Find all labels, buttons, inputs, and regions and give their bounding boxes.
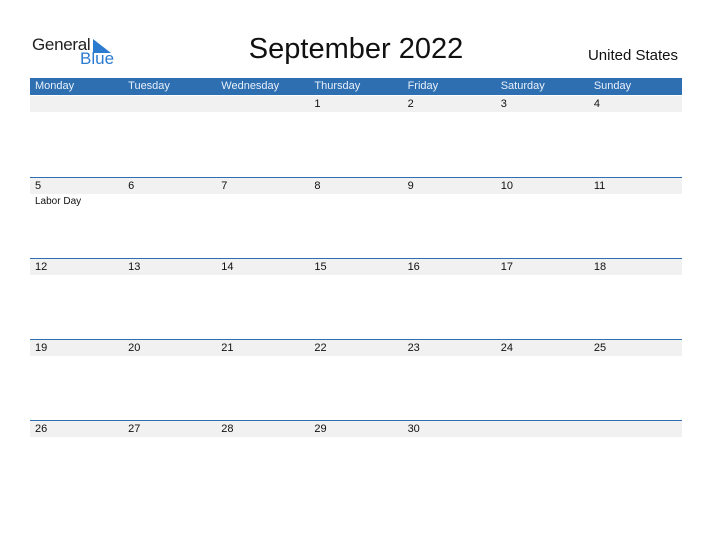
day-number: 16	[407, 261, 420, 273]
day-number	[123, 96, 216, 112]
day-number: 20	[128, 342, 141, 354]
day-number: 18	[593, 261, 607, 273]
weekday-sunday: Sunday	[593, 80, 632, 92]
day-number	[30, 96, 123, 112]
day-event	[496, 275, 589, 277]
events-strip	[30, 112, 682, 114]
day-number: 12	[35, 261, 48, 273]
day-event	[123, 437, 216, 439]
events-strip	[30, 356, 682, 358]
date-strip: 26 27 28 29 30	[30, 421, 682, 437]
day-event	[309, 437, 402, 439]
day-number: 21	[221, 342, 234, 354]
date-strip: 1 2 3 4	[30, 96, 682, 112]
day-event	[589, 356, 682, 358]
day-number: 27	[128, 423, 141, 435]
day-event	[496, 356, 589, 358]
day-number: 30	[407, 423, 420, 435]
day-number	[589, 421, 682, 437]
week-row: 12 13 14 15 16 17 18	[30, 258, 682, 339]
day-event	[589, 275, 682, 277]
week-row: 19 20 21 22 23 24 25	[30, 339, 682, 420]
day-number: 25	[593, 342, 607, 354]
day-number	[496, 421, 589, 437]
weekday-friday: Friday	[407, 80, 439, 92]
day-number: 24	[500, 342, 513, 354]
day-number: 7	[221, 180, 228, 192]
day-number: 26	[35, 423, 48, 435]
events-strip: Labor Day	[30, 194, 682, 207]
day-event	[403, 112, 496, 114]
day-event	[30, 112, 123, 114]
day-event	[496, 194, 589, 207]
day-event	[589, 437, 682, 439]
day-event	[123, 275, 216, 277]
day-number: 29	[314, 423, 327, 435]
weekday-tuesday: Tuesday	[128, 80, 170, 92]
date-strip: 12 13 14 15 16 17 18	[30, 259, 682, 275]
calendar-grid: Monday Tuesday Wednesday Thursday Friday…	[30, 78, 682, 501]
day-number: 8	[314, 180, 321, 192]
week-row: 26 27 28 29 30	[30, 420, 682, 501]
day-number: 10	[500, 180, 513, 192]
day-event	[589, 194, 682, 207]
day-event	[403, 194, 496, 207]
day-number: 3	[500, 98, 507, 110]
day-number: 22	[314, 342, 327, 354]
events-strip	[30, 437, 682, 439]
week-row: 1 2 3 4	[30, 96, 682, 177]
date-strip: 19 20 21 22 23 24 25	[30, 340, 682, 356]
day-event	[30, 356, 123, 358]
day-number: 9	[407, 180, 414, 192]
day-event	[216, 194, 309, 207]
day-number: 5	[35, 180, 42, 192]
day-event	[496, 112, 589, 114]
day-event	[123, 356, 216, 358]
day-event	[496, 437, 589, 439]
day-event: Labor Day	[35, 196, 82, 207]
day-event	[216, 112, 309, 114]
weekday-header: Monday Tuesday Wednesday Thursday Friday…	[30, 78, 682, 95]
day-number: 15	[314, 261, 327, 273]
day-event	[30, 275, 123, 277]
day-event	[216, 356, 309, 358]
day-event	[589, 112, 682, 114]
weeks-container: 1 2 3 4 5 6 7 8 9 10 11 Labor Day 12 13 14 15 16 17 18 19 20…	[30, 96, 682, 501]
day-event	[309, 112, 402, 114]
day-event	[309, 194, 402, 207]
week-row: 5 6 7 8 9 10 11 Labor Day	[30, 177, 682, 258]
day-number: 14	[221, 261, 234, 273]
country-label: United States	[587, 47, 678, 64]
day-number: 19	[35, 342, 48, 354]
day-event	[216, 275, 309, 277]
day-event	[30, 437, 123, 439]
day-event	[403, 437, 496, 439]
weekday-monday: Monday	[35, 80, 75, 92]
day-number: 11	[593, 180, 606, 192]
day-number: 2	[407, 98, 414, 110]
day-event	[123, 112, 216, 114]
day-event	[403, 275, 496, 277]
date-strip: 5 6 7 8 9 10 11	[30, 178, 682, 194]
weekday-wednesday: Wednesday	[221, 80, 280, 92]
day-event	[123, 194, 216, 207]
day-number: 4	[593, 98, 600, 110]
day-number: 28	[221, 423, 234, 435]
day-event	[403, 356, 496, 358]
weekday-thursday: Thursday	[314, 80, 361, 92]
day-number: 17	[500, 261, 513, 273]
events-strip	[30, 275, 682, 277]
day-number	[216, 96, 309, 112]
day-event	[309, 275, 402, 277]
day-number: 1	[314, 98, 321, 110]
day-event	[216, 437, 309, 439]
day-number: 13	[128, 261, 141, 273]
weekday-saturday: Saturday	[500, 80, 545, 92]
day-number: 6	[128, 180, 135, 192]
day-number: 23	[407, 342, 420, 354]
day-event	[309, 356, 402, 358]
